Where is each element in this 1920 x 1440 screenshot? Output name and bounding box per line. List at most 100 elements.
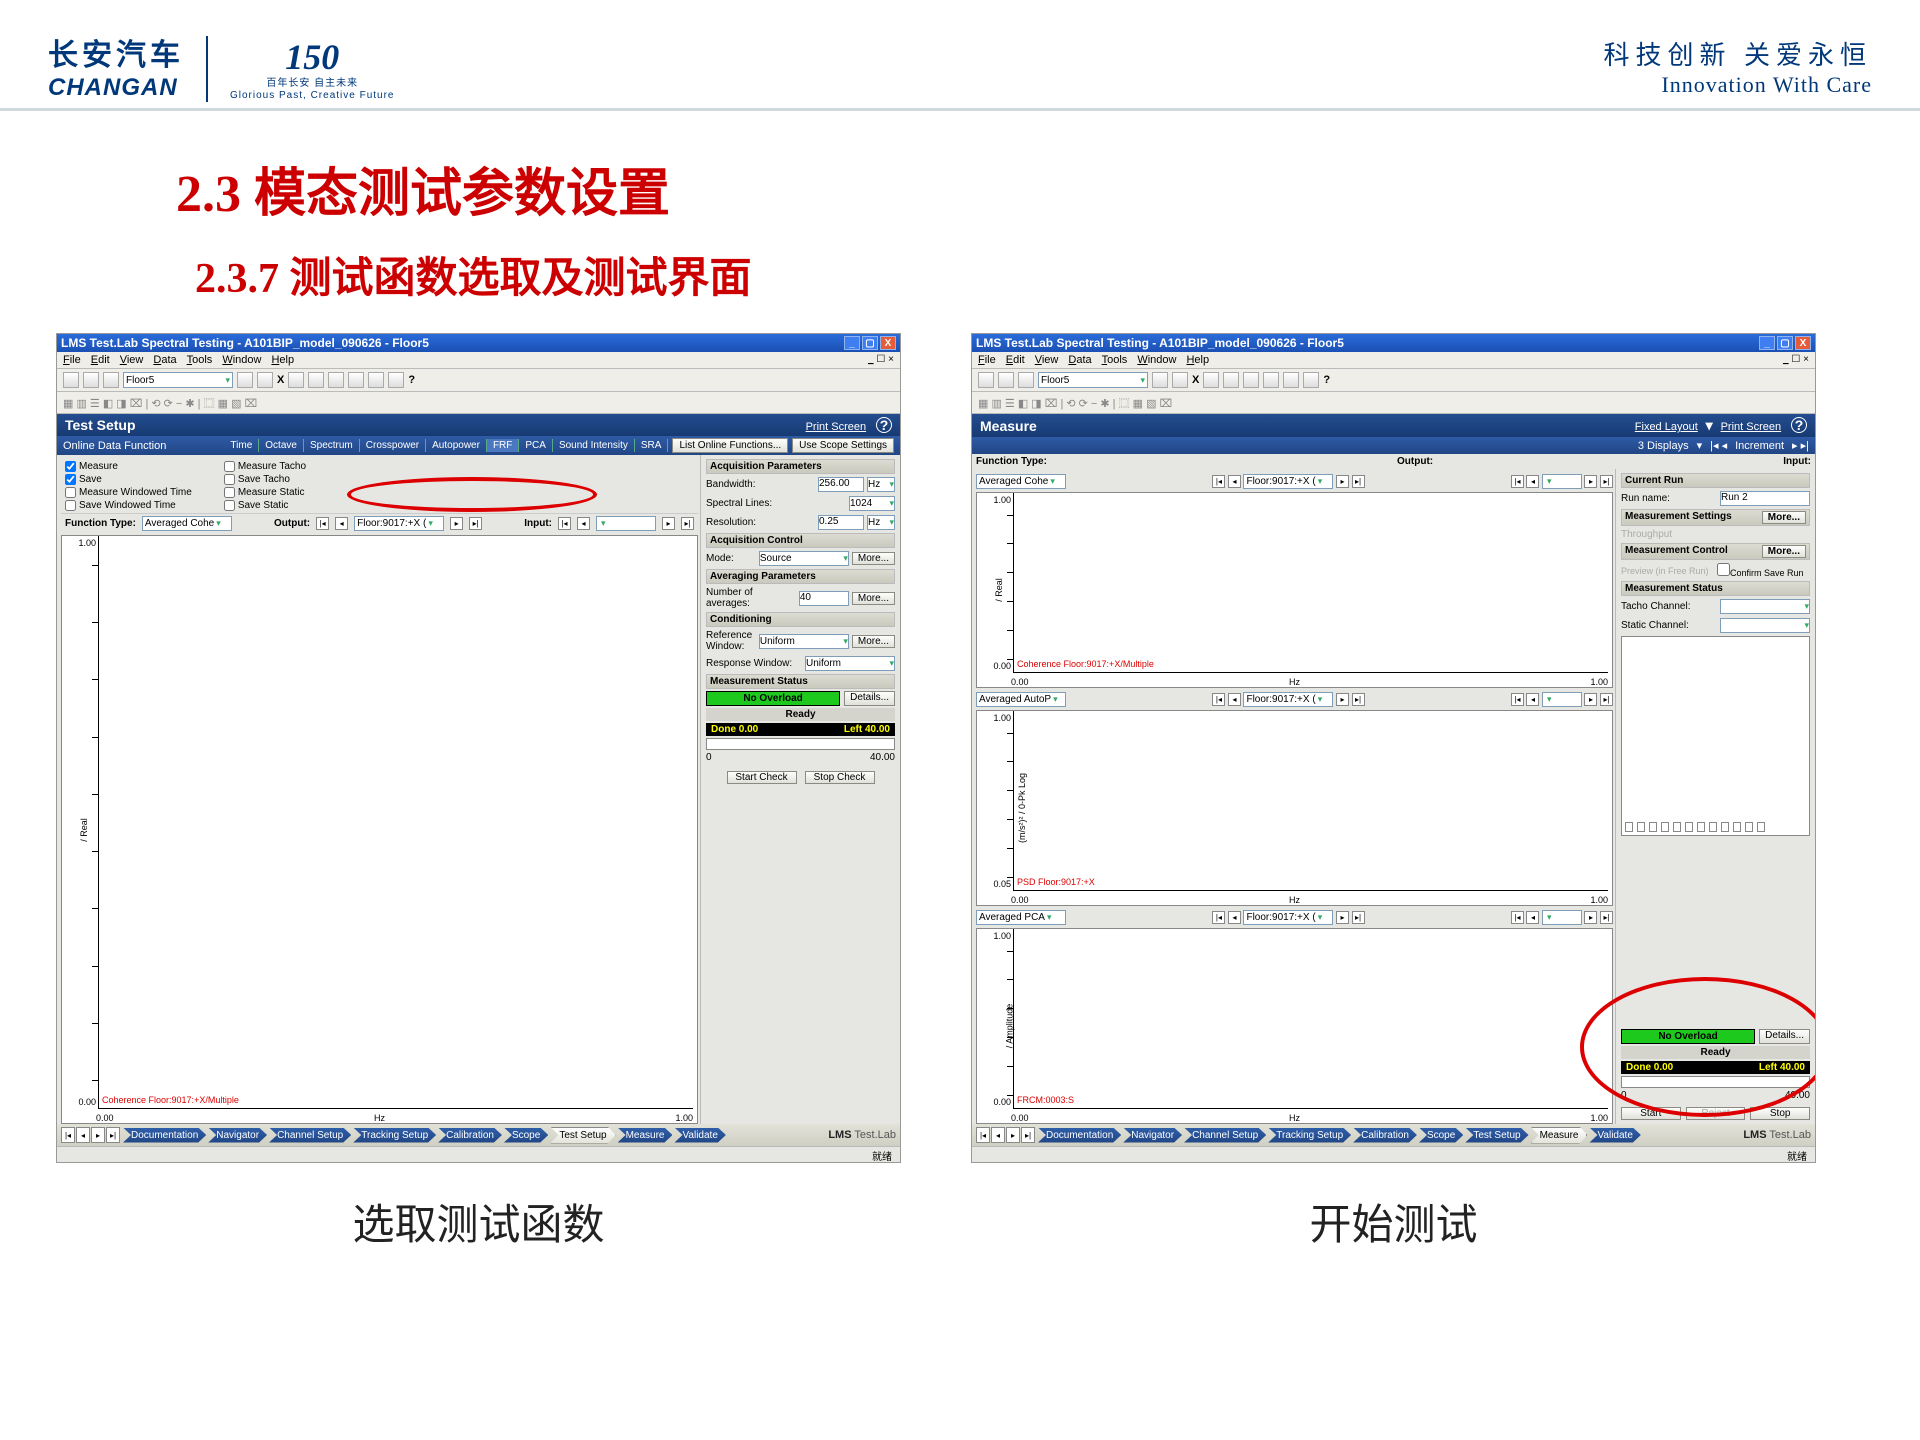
check-measure-static[interactable] <box>224 487 235 498</box>
menu-window[interactable]: Window <box>1137 354 1176 366</box>
resolution-input[interactable]: 0.25 <box>818 515 864 530</box>
minimize-button[interactable]: _ <box>844 336 860 350</box>
tab-octave[interactable]: Octave <box>259 439 304 452</box>
mini-input[interactable] <box>1542 692 1582 707</box>
check-save-windowed[interactable] <box>65 500 76 511</box>
check-save-static[interactable] <box>224 500 235 511</box>
tabs-last[interactable]: ▸| <box>106 1127 120 1143</box>
print-icon[interactable] <box>1283 372 1299 388</box>
menu-data[interactable]: Data <box>153 354 176 366</box>
mini-prev[interactable]: |◂ <box>1212 693 1225 706</box>
reject-button[interactable]: Reject <box>1686 1107 1746 1120</box>
stop-check-button[interactable]: Stop Check <box>805 771 875 784</box>
check-measure-tacho[interactable] <box>224 461 235 472</box>
run-name-input[interactable]: Run 2 <box>1720 491 1810 506</box>
save-icon[interactable] <box>1018 372 1034 388</box>
function-tabs[interactable]: Time Octave Spectrum Crosspower Autopowe… <box>224 439 668 452</box>
bandwidth-unit[interactable]: Hz <box>867 477 895 492</box>
use-scope-settings-button[interactable]: Use Scope Settings <box>792 438 894 453</box>
menu-tools[interactable]: Tools <box>1102 354 1128 366</box>
maximize-button[interactable]: ▢ <box>1777 336 1793 350</box>
menubar[interactable]: File Edit View Data Tools Window Help _ … <box>57 352 900 369</box>
refwindow-more-button[interactable]: More... <box>852 635 895 648</box>
tabs-first[interactable]: |◂ <box>976 1127 990 1143</box>
copy-icon[interactable] <box>1223 372 1239 388</box>
toolbar-icon[interactable] <box>257 372 273 388</box>
output-first[interactable]: |◂ <box>316 517 329 530</box>
tabs-prev[interactable]: ◂ <box>76 1127 90 1143</box>
mini-prev[interactable]: |◂ <box>1212 911 1225 924</box>
mini-input[interactable] <box>1542 474 1582 489</box>
confirm-save-run-check[interactable] <box>1717 563 1730 576</box>
tab-measure[interactable]: Measure <box>1531 1127 1588 1144</box>
tab-validate[interactable]: Validate <box>1589 1128 1640 1143</box>
fixed-layout-link[interactable]: Fixed Layout <box>1635 421 1698 433</box>
open-icon[interactable] <box>83 372 99 388</box>
new-icon[interactable] <box>63 372 79 388</box>
print-screen-link[interactable]: Print Screen <box>806 421 867 433</box>
tab-scope[interactable]: Scope <box>1419 1128 1463 1143</box>
ref-window-select[interactable]: Uniform <box>759 634 849 649</box>
workflow-tabs[interactable]: |◂ ◂ ▸ ▸| Documentation Navigator Channe… <box>972 1124 1815 1146</box>
close-button[interactable]: X <box>880 336 896 350</box>
check-save[interactable] <box>65 474 76 485</box>
paste-icon[interactable] <box>328 372 344 388</box>
mini-output[interactable]: Floor:9017:+X ( <box>1243 474 1333 489</box>
output-last[interactable]: ▸| <box>469 517 482 530</box>
mini-output[interactable]: Floor:9017:+X ( <box>1243 910 1333 925</box>
tab-crosspower[interactable]: Crosspower <box>360 439 426 452</box>
tab-test-setup[interactable]: Test Setup <box>1465 1128 1528 1143</box>
tab-pca[interactable]: PCA <box>519 439 553 452</box>
menu-edit[interactable]: Edit <box>1006 354 1025 366</box>
tab-autopower[interactable]: Autopower <box>426 439 487 452</box>
menu-view[interactable]: View <box>1035 354 1059 366</box>
menu-file[interactable]: File <box>63 354 81 366</box>
tab-frf[interactable]: FRF <box>487 439 519 452</box>
new-icon[interactable] <box>978 372 994 388</box>
toolbar-icon[interactable] <box>1303 372 1319 388</box>
toolbar-icon[interactable] <box>1203 372 1219 388</box>
start-check-button[interactable]: Start Check <box>727 771 797 784</box>
input-last[interactable]: ▸| <box>681 517 694 530</box>
static-channel-select[interactable] <box>1720 618 1810 633</box>
help-icon[interactable]: ? <box>876 417 892 433</box>
print-icon[interactable] <box>368 372 384 388</box>
save-icon[interactable] <box>103 372 119 388</box>
details-button[interactable]: Details... <box>844 691 895 706</box>
tacho-channel-select[interactable] <box>1720 599 1810 614</box>
section-selector[interactable]: Floor5 <box>1038 372 1148 388</box>
preview-icon[interactable] <box>1263 372 1279 388</box>
list-online-functions-button[interactable]: List Online Functions... <box>672 438 788 453</box>
paste-icon[interactable] <box>1243 372 1259 388</box>
tabs-next[interactable]: ▸ <box>1006 1127 1020 1143</box>
workflow-tabs[interactable]: |◂ ◂ ▸ ▸| Documentation Navigator Channe… <box>57 1124 900 1146</box>
input-select[interactable] <box>596 516 656 531</box>
minimize-button[interactable]: _ <box>1759 336 1775 350</box>
mode-more-button[interactable]: More... <box>852 552 895 565</box>
toolbar-icon[interactable] <box>288 372 304 388</box>
output-next[interactable]: ▸ <box>450 517 463 530</box>
function-type-select[interactable]: Averaged Cohe <box>142 516 232 531</box>
input-prev[interactable]: ◂ <box>577 517 590 530</box>
toolbar-icon[interactable] <box>237 372 253 388</box>
tab-navigator[interactable]: Navigator <box>208 1128 267 1143</box>
check-save-tacho[interactable] <box>224 474 235 485</box>
output-prev[interactable]: ◂ <box>335 517 348 530</box>
input-first[interactable]: |◂ <box>558 517 571 530</box>
resolution-unit[interactable]: Hz <box>867 515 895 530</box>
copy-icon[interactable] <box>308 372 324 388</box>
tab-spectrum[interactable]: Spectrum <box>304 439 360 452</box>
mode-select[interactable]: Source <box>759 551 849 566</box>
maximize-button[interactable]: ▢ <box>862 336 878 350</box>
tab-test-setup[interactable]: Test Setup <box>550 1127 615 1144</box>
menu-data[interactable]: Data <box>1068 354 1091 366</box>
start-button[interactable]: Start <box>1621 1107 1681 1120</box>
averages-more-button[interactable]: More... <box>852 592 895 605</box>
tab-validate[interactable]: Validate <box>674 1128 725 1143</box>
tab-time[interactable]: Time <box>224 439 259 452</box>
menu-view[interactable]: View <box>120 354 144 366</box>
mini-prev[interactable]: |◂ <box>1212 475 1225 488</box>
menu-tools[interactable]: Tools <box>187 354 213 366</box>
num-averages-input[interactable]: 40 <box>799 591 849 606</box>
control-more-button[interactable]: More... <box>1762 545 1806 558</box>
